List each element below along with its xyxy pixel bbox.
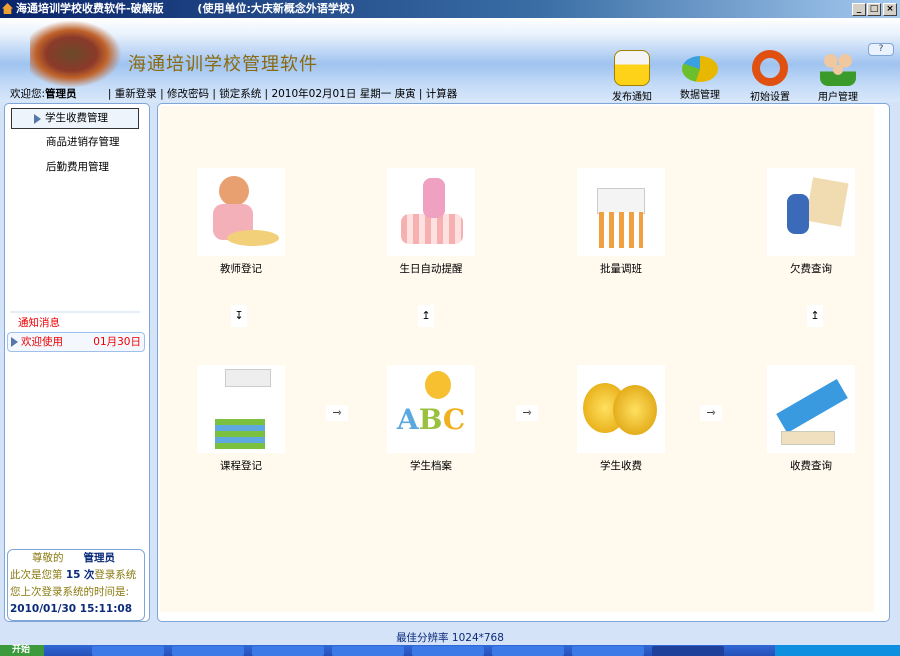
birthday-cake-icon — [387, 168, 475, 256]
teacher-icon — [197, 168, 285, 256]
taskbar-button[interactable] — [572, 646, 644, 656]
maximize-button[interactable]: □ — [867, 3, 881, 16]
flag-books-icon — [197, 365, 285, 453]
login-user: 管理员 — [84, 552, 116, 564]
publish-notice-button[interactable]: 发布通知 — [602, 50, 662, 103]
card-label: 欠费查询 — [767, 261, 855, 276]
tool-label: 发布通知 — [602, 88, 662, 103]
users-icon — [820, 50, 856, 86]
group-students-icon — [577, 168, 665, 256]
app-home-icon — [2, 3, 13, 14]
sidebar-item-inventory[interactable]: 商品进销存管理 — [11, 133, 139, 154]
notice-text: 欢迎使用 — [21, 336, 63, 348]
taskbar: 开始 — [0, 645, 900, 656]
card-label: 学生档案 — [387, 458, 475, 473]
card-label: 课程登记 — [197, 458, 285, 473]
gold-coins-icon — [577, 365, 665, 453]
card-birthday-reminder[interactable]: 生日自动提醒 — [387, 168, 475, 276]
relogin-link[interactable]: 重新登录 — [115, 88, 157, 100]
card-label: 生日自动提醒 — [387, 261, 475, 276]
calculator-link[interactable]: 计算器 — [426, 88, 458, 100]
lock-system-link[interactable]: 锁定系统 — [219, 88, 261, 100]
arrow-right-icon: ⇾ — [516, 405, 538, 421]
start-button[interactable]: 开始 — [0, 645, 44, 656]
card-batch-transfer[interactable]: 批量调班 — [577, 168, 665, 276]
arrow-down-icon: ↧ — [231, 305, 247, 327]
card-teacher-register[interactable]: 教师登记 — [197, 168, 285, 276]
notice-item[interactable]: 欢迎使用 01月30日 — [7, 332, 145, 352]
user-management-button[interactable]: 用户管理 — [808, 50, 868, 103]
window-unit: (使用单位:大庆新概念外语学校) — [197, 2, 354, 15]
status-bar: 最佳分辨率 1024*768 — [0, 630, 900, 645]
taskbar-button[interactable] — [412, 646, 484, 656]
notice-title: 通知消息 — [18, 315, 60, 330]
notice-date: 01月30日 — [93, 333, 141, 351]
arrow-right-icon: ⇾ — [700, 405, 722, 421]
welcome-label: 欢迎您: — [10, 88, 45, 100]
arrow-up-icon: ↥ — [418, 305, 434, 327]
tool-label: 数据管理 — [670, 86, 730, 101]
count-suffix: 登录系统 — [94, 569, 136, 581]
menu-label: 后勤费用管理 — [46, 161, 109, 173]
greet-label: 尊敬的 — [32, 552, 64, 564]
taskbar-button[interactable] — [492, 646, 564, 656]
app-title: 海通培训学校管理软件 — [128, 50, 318, 76]
reading-man-icon — [767, 168, 855, 256]
initial-settings-button[interactable]: 初始设置 — [740, 50, 800, 103]
taskbar-button[interactable] — [252, 646, 324, 656]
card-label: 收费查询 — [767, 458, 855, 473]
card-label: 学生收费 — [577, 458, 665, 473]
arrow-up-icon: ↥ — [807, 305, 823, 327]
sidebar — [4, 103, 150, 622]
login-count: 15 — [66, 569, 81, 581]
arrow-right-icon: ⇾ — [326, 405, 348, 421]
taskbar-button[interactable] — [92, 646, 164, 656]
card-arrears-query[interactable]: 欠费查询 — [767, 168, 855, 276]
abc-kid-icon: ABC — [387, 365, 475, 453]
login-info-box: 尊敬的 管理员 此次是您第 15 次登录系统 您上次登录系统的时间是: 2010/… — [7, 549, 145, 621]
folder-notice-icon — [614, 50, 650, 86]
card-student-payment[interactable]: 学生收费 — [577, 365, 665, 473]
tool-label: 用户管理 — [808, 88, 868, 103]
card-label: 批量调班 — [577, 261, 665, 276]
card-course-register[interactable]: 课程登记 — [197, 365, 285, 473]
data-management-button[interactable]: 数据管理 — [670, 50, 730, 101]
tool-label: 初始设置 — [740, 88, 800, 103]
last-login-label: 您上次登录系统的时间是: — [10, 584, 142, 601]
taskbar-button-active[interactable] — [652, 646, 724, 656]
menu-label: 商品进销存管理 — [46, 136, 120, 148]
card-payment-query[interactable]: 收费查询 — [767, 365, 855, 473]
taskbar-button[interactable] — [332, 646, 404, 656]
current-user: 管理员 — [45, 88, 77, 100]
title-bar: 海通培训学校收费软件-破解版 (使用单位:大庆新概念外语学校) _ □ × — [0, 0, 900, 18]
lifebuoy-icon — [752, 50, 788, 86]
card-student-records[interactable]: ABC 学生档案 — [387, 365, 475, 473]
divider — [10, 311, 140, 313]
sidebar-item-logistics[interactable]: 后勤费用管理 — [11, 158, 139, 179]
count-prefix: 此次是您第 — [10, 569, 63, 581]
pie-chart-icon — [682, 56, 718, 82]
menu-label: 学生收费管理 — [45, 112, 108, 124]
triangle-right-icon — [11, 337, 18, 347]
help-button[interactable]: ? — [868, 43, 894, 56]
nav-bar: 欢迎您:管理员 | 重新登录 | 修改密码 | 锁定系统 | 2010年02月0… — [10, 86, 457, 101]
lunar-year: 庚寅 — [395, 88, 416, 100]
current-date: 2010年02月01日 — [271, 88, 356, 100]
minimize-button[interactable]: _ — [852, 3, 866, 16]
change-password-link[interactable]: 修改密码 — [167, 88, 209, 100]
triangle-right-icon — [34, 114, 41, 124]
count-unit: 次 — [84, 569, 95, 581]
sidebar-item-student-fees[interactable]: 学生收费管理 — [11, 108, 139, 129]
taskbar-button[interactable] — [172, 646, 244, 656]
system-tray — [775, 645, 900, 656]
window-title: 海通培训学校收费软件-破解版 — [16, 2, 164, 15]
close-button[interactable]: × — [883, 3, 897, 16]
last-login-time: 2010/01/30 15:11:08 — [10, 601, 142, 618]
logo-image — [30, 20, 122, 88]
card-label: 教师登记 — [197, 261, 285, 276]
weekday: 星期一 — [360, 88, 392, 100]
growth-chart-man-icon — [767, 365, 855, 453]
